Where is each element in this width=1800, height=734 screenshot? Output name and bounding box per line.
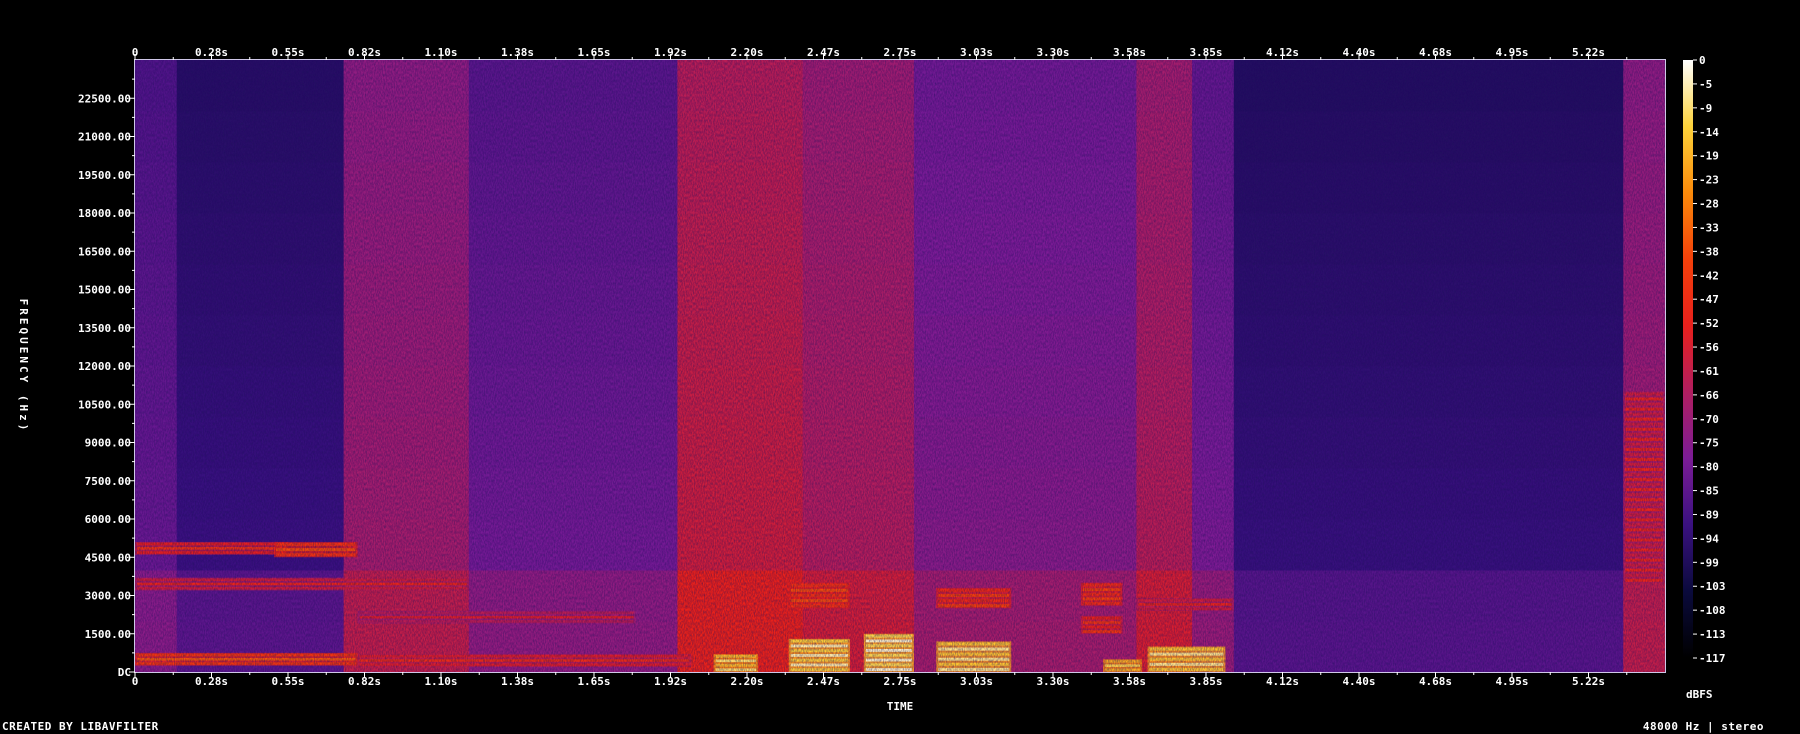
time-tick-label: 0: [132, 675, 139, 688]
colorbar-tick-label: -9: [1699, 102, 1712, 115]
time-axis-bottom: 0 0.28s 0.55s 0.82s 1.10s 1.38s 1.65s 1.92s 2.20…: [132, 672, 1628, 688]
time-tick-label: 0.28s: [195, 675, 228, 688]
spectrogram-plot: [135, 60, 1665, 672]
time-tick-label: 0.55s: [271, 675, 304, 688]
time-tick-label: 2.47s: [807, 46, 840, 59]
time-tick-label: 4.95s: [1495, 675, 1528, 688]
time-tick-label: 2.20s: [730, 675, 763, 688]
frequency-tick-label: 13500.00: [78, 322, 131, 335]
colorbar-tick-label: -75: [1699, 437, 1719, 450]
frequency-axis-label: FREQUENCY (Hz): [17, 299, 30, 434]
colorbar-tick-label: -85: [1699, 485, 1719, 498]
time-tick-label: 4.40s: [1342, 675, 1375, 688]
time-tick-label: 0.28s: [195, 46, 228, 59]
time-tick-label: 3.85s: [1189, 46, 1222, 59]
time-tick-label: 4.12s: [1266, 675, 1299, 688]
frequency-tick-label: 9000.00: [85, 437, 131, 450]
frequency-tick-label: 7500.00: [85, 475, 131, 488]
colorbar-tick-label: -108: [1699, 604, 1726, 617]
frequency-tick-label: 16500.00: [78, 245, 131, 258]
colorbar-tick-label: -38: [1699, 245, 1719, 258]
frequency-tick-label: 12000.00: [78, 360, 131, 373]
colorbar-tick-label: -94: [1699, 532, 1719, 545]
colorbar-tick-label: -89: [1699, 508, 1719, 521]
colorbar-tick-label: -28: [1699, 198, 1719, 211]
time-tick-label: 5.22s: [1572, 46, 1605, 59]
time-tick-label: 2.20s: [730, 46, 763, 59]
colorbar-tick-label: -66: [1699, 389, 1719, 402]
colorbar-tick-label: -61: [1699, 365, 1719, 378]
time-tick-label: 5.22s: [1572, 675, 1605, 688]
time-tick-label: 1.10s: [424, 675, 457, 688]
colorbar-tick-label: -80: [1699, 461, 1719, 474]
time-tick-label: 4.40s: [1342, 46, 1375, 59]
frequency-tick-label: DC: [118, 666, 131, 679]
frequency-tick-label: 6000.00: [85, 513, 131, 526]
noise-texture: [135, 60, 1665, 672]
time-tick-label: 3.58s: [1113, 675, 1146, 688]
time-tick-label: 1.10s: [424, 46, 457, 59]
time-tick-label: 3.30s: [1036, 46, 1069, 59]
frequency-tick-label: 1500.00: [85, 628, 131, 641]
colorbar-tick-label: -19: [1699, 150, 1719, 163]
frequency-tick-label: 10500.00: [78, 398, 131, 411]
colorbar-tick-label: -47: [1699, 293, 1719, 306]
frequency-tick-label: 21000.00: [78, 131, 131, 144]
time-tick-label: 3.03s: [960, 675, 993, 688]
sample-rate-info: 48000 Hz | stereo: [1642, 720, 1764, 733]
colorbar-tick-label: 0: [1699, 54, 1706, 67]
colorbar-tick-label: -52: [1699, 317, 1719, 330]
time-tick-label: 1.38s: [501, 46, 534, 59]
colorbar-scale: 0 -5 -9 -14 -19 -23 -28 -33 -38 -42 -47 -52 -56 -61 -6…: [1693, 54, 1726, 665]
credit-text: CREATED BY LIBAVFILTER: [2, 720, 159, 733]
colorbar-label: dBFS: [1686, 688, 1713, 701]
time-tick-label: 0: [132, 46, 139, 59]
frequency-tick-label: 15000.00: [78, 284, 131, 297]
time-tick-label: 1.92s: [654, 46, 687, 59]
colorbar-tick-label: -113: [1699, 628, 1726, 641]
time-tick-label: 1.65s: [577, 46, 610, 59]
time-tick-label: 4.68s: [1419, 46, 1452, 59]
time-tick-label: 4.95s: [1495, 46, 1528, 59]
time-tick-label: 0.82s: [348, 46, 381, 59]
frequency-tick-label: 19500.00: [78, 169, 131, 182]
colorbar-tick-label: -5: [1699, 78, 1712, 91]
time-tick-label: 2.47s: [807, 675, 840, 688]
time-tick-label: 4.12s: [1266, 46, 1299, 59]
colorbar-tick-label: -99: [1699, 556, 1719, 569]
time-tick-label: 4.68s: [1419, 675, 1452, 688]
colorbar-tick-label: -56: [1699, 341, 1719, 354]
time-tick-label: 1.92s: [654, 675, 687, 688]
time-tick-label: 1.65s: [577, 675, 610, 688]
colorbar-tick-label: -14: [1699, 126, 1719, 139]
time-tick-label: 0.55s: [271, 46, 304, 59]
colorbar-tick-label: -42: [1699, 269, 1719, 282]
time-axis-top: 0 0.28s 0.55s 0.82s 1.10s 1.38s 1.65s 1.92s 2.20…: [132, 46, 1628, 60]
frequency-tick-label: 18000.00: [78, 207, 131, 220]
time-tick-label: 3.30s: [1036, 675, 1069, 688]
frequency-axis: DC 1500.00 3000.00 4500.00 6000.00 7500.00 900…: [78, 78, 135, 679]
time-tick-label: 3.58s: [1113, 46, 1146, 59]
colorbar-tick-label: -70: [1699, 413, 1719, 426]
frequency-tick-label: 4500.00: [85, 551, 131, 564]
colorbar-tick-label: -117: [1699, 652, 1726, 665]
time-tick-label: 3.03s: [960, 46, 993, 59]
colorbar-tick-label: -103: [1699, 580, 1726, 593]
spectrogram-chart: 0 0.28s 0.55s 0.82s 1.10s 1.38s 1.65s 1.92s 2.20…: [17, 46, 1726, 713]
frequency-tick-label: 22500.00: [78, 92, 131, 105]
frequency-tick-label: 3000.00: [85, 590, 131, 603]
time-tick-label: 3.85s: [1189, 675, 1222, 688]
time-tick-label: 2.75s: [883, 675, 916, 688]
colorbar-tick-label: -23: [1699, 174, 1719, 187]
time-tick-label: 2.75s: [883, 46, 916, 59]
time-axis-label: TIME: [887, 700, 914, 713]
time-tick-label: 1.38s: [501, 675, 534, 688]
colorbar-tick-label: -33: [1699, 221, 1719, 234]
dbfs-colorbar: [1683, 60, 1693, 658]
time-tick-label: 0.82s: [348, 675, 381, 688]
